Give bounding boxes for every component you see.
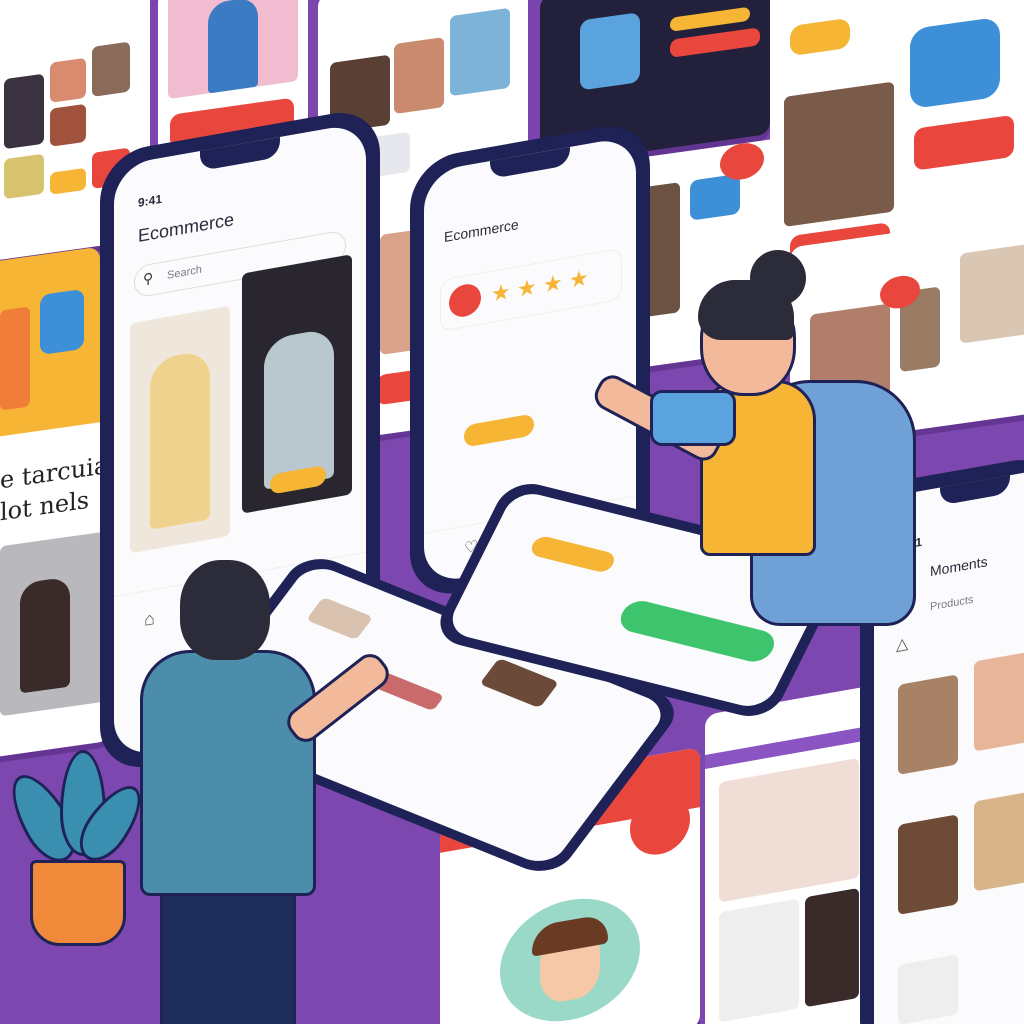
plant-pot (30, 860, 126, 946)
bg-tile (50, 103, 86, 147)
bg-tile (4, 73, 44, 150)
bg-tile (50, 167, 86, 195)
head (180, 560, 270, 660)
bg-tile (394, 37, 444, 115)
bg-red-badge (720, 140, 764, 183)
bg-yellow-badge (790, 17, 850, 57)
torso (140, 650, 316, 896)
grid-item[interactable] (898, 674, 958, 775)
app-title: Ecommerce (444, 215, 519, 246)
bg-product-tile (719, 757, 859, 903)
bg-tile (92, 41, 130, 97)
bg-toy-tile (910, 16, 1000, 110)
app-title: Ecommerce (138, 209, 235, 246)
bg-card-left-banner: e tarcuialele lot nels (0, 420, 110, 760)
status-time: 9:41 (138, 191, 163, 210)
bg-tile (670, 27, 760, 58)
search-icon: ⚲ (143, 269, 154, 288)
bg-tile (50, 57, 86, 103)
grid-item[interactable] (974, 790, 1024, 892)
bg-tile (450, 7, 510, 97)
star-icon: ★ (543, 269, 563, 298)
star-icon: ★ (569, 264, 589, 294)
action-pill[interactable] (464, 413, 534, 448)
bell-icon[interactable]: △ (896, 633, 908, 655)
brand-logo-icon (449, 281, 481, 320)
star-icon: ★ (517, 273, 537, 303)
potted-plant (0, 750, 153, 950)
bg-tile (4, 153, 44, 200)
screen-subtitle: Products (930, 593, 974, 614)
bg-tile (208, 0, 258, 94)
bg-tile (960, 243, 1024, 344)
bg-card-bottom-right (705, 685, 875, 1024)
search-placeholder: Search (167, 263, 202, 282)
bg-toy-tile (40, 288, 84, 355)
bg-product-tile (719, 898, 799, 1023)
grid-item[interactable] (898, 814, 958, 915)
screen-title: Moments (930, 553, 988, 580)
bg-robot-tile (580, 12, 640, 91)
bg-red-banner (914, 114, 1014, 171)
grid-item[interactable] (898, 954, 958, 1024)
illustration-scene: e tarcuialele lot nels 9:41 Ecommerce ⚲ … (0, 0, 1024, 1024)
person-with-backpack (589, 250, 920, 630)
held-camera (650, 390, 736, 446)
star-icon: ★ (491, 278, 511, 307)
bg-photo-person (20, 576, 70, 694)
grid-item[interactable] (974, 650, 1024, 752)
bg-tile (670, 6, 750, 32)
product-card-2-figure (264, 327, 334, 490)
product-card-1-figure (150, 349, 210, 530)
bg-product-tile (805, 887, 859, 1008)
hair-bun (750, 250, 806, 306)
person-blue-shirt (130, 550, 395, 1024)
left-banner-line1: e tarcuialele (0, 444, 110, 495)
bg-tile (0, 306, 30, 411)
bg-tile (690, 173, 740, 221)
bg-portrait-tile (784, 81, 894, 228)
